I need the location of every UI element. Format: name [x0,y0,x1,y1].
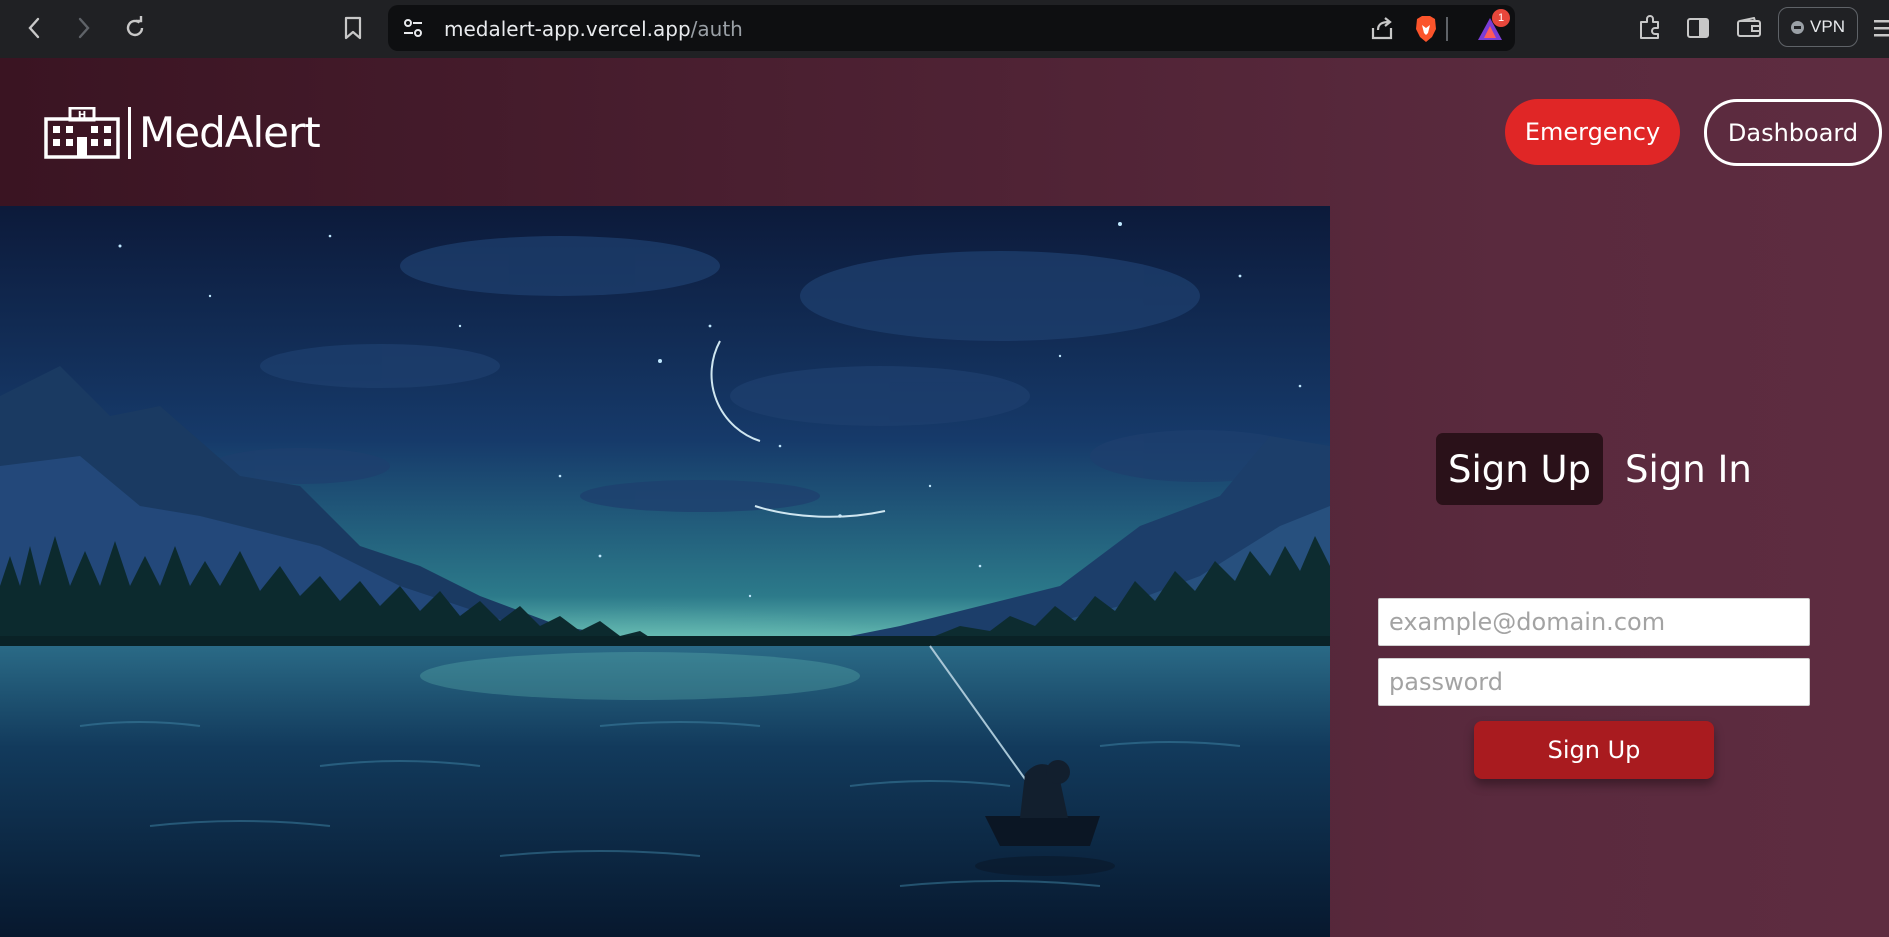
bookmark-button[interactable] [335,10,371,46]
wallet-button[interactable] [1731,10,1767,46]
logo-text: MedAlert [128,107,321,159]
emergency-button[interactable]: Emergency [1505,99,1680,165]
hospital-icon: H [44,107,120,159]
extensions-icon [1640,15,1659,39]
forward-icon [78,17,90,39]
share-button[interactable] [1368,15,1396,43]
brave-shield-button[interactable] [1412,15,1440,43]
logo[interactable]: H MedAlert [44,104,321,162]
hero-image [0,206,1330,937]
forward-button[interactable] [66,10,102,46]
night-lake-illustration [0,206,1330,937]
url-text[interactable]: medalert-app.vercel.app/auth [444,17,743,41]
sign-up-submit-button[interactable]: Sign Up [1474,721,1714,779]
share-icon [1371,17,1393,40]
back-button[interactable] [16,10,52,46]
dashboard-button[interactable]: Dashboard [1704,99,1882,166]
menu-button[interactable] [1874,18,1889,38]
site-info-icon[interactable] [402,17,424,39]
address-bar[interactable]: medalert-app.vercel.app/auth 1 [388,5,1515,51]
site-header: H MedAlert Emergency Dashboard [0,58,1889,206]
tab-sign-up[interactable]: Sign Up [1436,433,1604,505]
extensions-button[interactable] [1632,10,1668,46]
tab-sign-in[interactable]: Sign In [1613,433,1764,505]
wallet-icon [1737,17,1761,37]
vpn-status-icon [1791,20,1805,34]
brave-rewards-button[interactable]: 1 [1476,9,1510,43]
toolbar-divider [1446,17,1448,41]
browser-toolbar: medalert-app.vercel.app/auth 1 VPN [0,0,1889,58]
auth-page: H MedAlert Emergency Dashboard Sign Up S… [0,58,1889,937]
sidebar-toggle-button[interactable] [1680,10,1716,46]
menu-icon [1874,20,1889,37]
vpn-button[interactable]: VPN [1778,7,1858,47]
notification-badge: 1 [1492,9,1510,27]
auth-panel: Sign Up Sign In Sign Up [1330,206,1889,937]
email-field[interactable] [1378,598,1810,646]
url-path: /auth [690,17,743,41]
back-icon [28,17,40,39]
brave-shield-icon [1416,16,1436,42]
url-host: medalert-app.vercel.app [444,17,691,41]
password-field[interactable] [1378,658,1810,706]
vpn-label: VPN [1810,17,1845,36]
bookmark-icon [344,16,362,40]
reload-icon [126,16,144,37]
sidebar-icon [1687,18,1709,38]
reload-button[interactable] [117,10,153,46]
auth-tabs: Sign Up Sign In [1436,433,1764,505]
